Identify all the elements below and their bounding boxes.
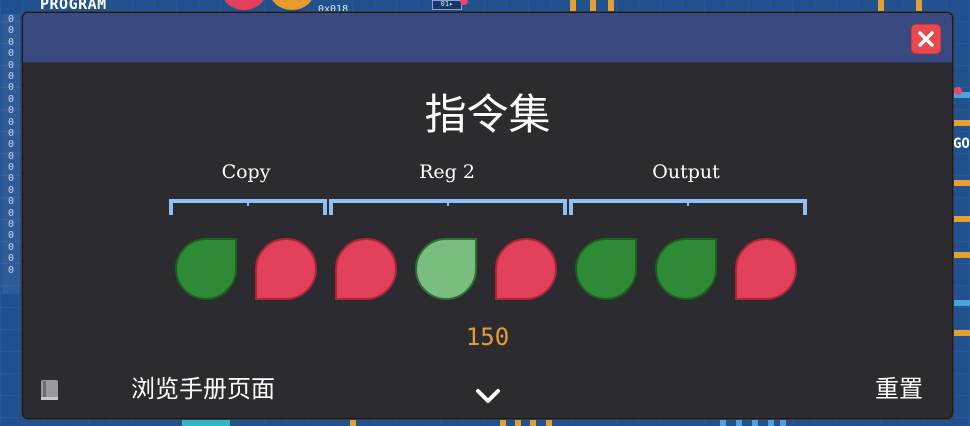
memory-cell: 0: [7, 219, 15, 231]
memory-cell: 0: [7, 241, 15, 253]
instruction-bit-7[interactable]: [655, 238, 717, 300]
wire: [590, 0, 596, 12]
memory-cell: 0: [7, 36, 15, 48]
memory-cell: 0: [7, 105, 15, 117]
wire: [951, 330, 970, 336]
side-label: GO: [953, 136, 970, 152]
instruction-bit-2[interactable]: [255, 238, 317, 300]
memory-cell: 0: [7, 264, 15, 276]
instruction-bit-4[interactable]: [415, 238, 477, 300]
memory-cell: 0: [7, 93, 15, 105]
pin-dot: [954, 87, 962, 95]
dialog-header: [23, 13, 952, 63]
group-bracket-output: [569, 199, 807, 215]
memory-cell: 0: [7, 253, 15, 265]
memory-cell: 0: [7, 230, 15, 242]
orange-node: [270, 0, 314, 10]
wire: [951, 180, 970, 186]
instruction-bit-6[interactable]: [575, 238, 637, 300]
wire: [951, 252, 970, 258]
memory-cell: 0: [7, 59, 15, 71]
memory-cell: 0: [7, 196, 15, 208]
wire: [570, 0, 576, 12]
close-button[interactable]: [911, 24, 941, 54]
memory-cell: 0: [7, 184, 15, 196]
instruction-bit-1[interactable]: [175, 238, 237, 300]
cyan-block: [182, 418, 230, 426]
memory-cell: 0: [7, 70, 15, 82]
browse-manual-link[interactable]: 浏览手册页面: [131, 371, 275, 407]
memory-column: 00000000000000000000000: [2, 14, 20, 294]
memory-cell: 0: [7, 162, 15, 174]
memory-cell: 0: [7, 14, 15, 25]
instruction-set-dialog: 指令集 Copy Reg 2 Output 150 浏览手册页面 重置: [22, 12, 953, 419]
instruction-bits: [175, 238, 815, 302]
memory-cell: 0: [7, 48, 15, 60]
group-label-reg2: Reg 2: [419, 161, 475, 183]
dialog-title: 指令集: [424, 90, 551, 139]
memory-cell: 0: [7, 82, 15, 94]
wire: [951, 120, 970, 126]
instruction-bit-8[interactable]: [735, 238, 797, 300]
wire: [878, 0, 884, 12]
group-label-copy: Copy: [221, 161, 271, 183]
wire-blue: [951, 300, 970, 306]
memory-cell: 0: [7, 150, 15, 162]
chevron-down-icon: [474, 386, 502, 410]
chip-label: 01▸: [432, 0, 462, 10]
reset-button[interactable]: 重置: [875, 371, 923, 407]
memory-cell: 0: [7, 116, 15, 128]
wire: [608, 0, 614, 12]
pin-dot: [460, 0, 468, 5]
wire: [916, 0, 922, 12]
memory-cell: 0: [7, 127, 15, 139]
instruction-bit-3[interactable]: [335, 238, 397, 300]
book-icon[interactable]: [39, 378, 61, 402]
close-icon: [917, 30, 935, 48]
memory-cell: 0: [7, 173, 15, 185]
red-node: [222, 0, 266, 10]
instruction-value: 150: [465, 323, 510, 351]
wire: [951, 216, 970, 222]
group-bracket-reg2: [329, 199, 567, 215]
group-bracket-copy: [169, 199, 327, 215]
memory-cell: 0: [7, 139, 15, 151]
expand-button[interactable]: [472, 385, 504, 411]
memory-cell: 0: [7, 207, 15, 219]
memory-cell: 0: [7, 25, 15, 37]
group-label-output: Output: [652, 161, 720, 183]
instruction-bit-5[interactable]: [495, 238, 557, 300]
